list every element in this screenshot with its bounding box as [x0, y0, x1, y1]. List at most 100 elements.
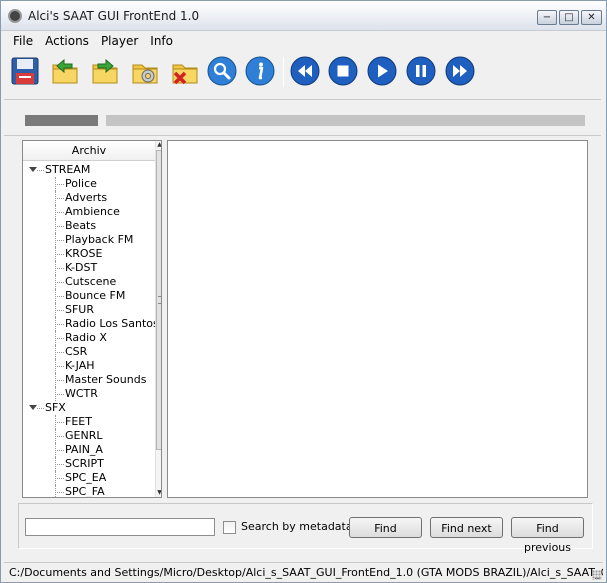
play-button[interactable]	[366, 55, 398, 87]
archive-tree[interactable]: Archiv STREAM Police Adverts Ambience Beats P…	[22, 140, 162, 498]
tree-item[interactable]: Cutscene	[23, 275, 155, 289]
tree-body: STREAM Police Adverts Ambience Beats Playback…	[23, 163, 159, 498]
tree-item[interactable]: Radio Los Santos	[23, 317, 159, 331]
find-next-button[interactable]: Find next	[430, 517, 503, 538]
tree-connector	[55, 254, 64, 255]
tree-connector	[55, 282, 64, 283]
tree-item-label: Ambience	[65, 205, 120, 218]
tree-header: Archiv	[23, 141, 155, 161]
find-previous-button[interactable]: Find previous	[511, 517, 584, 554]
search-metadata-checkbox[interactable]	[223, 521, 236, 534]
tree-item-label: SPC_FA	[65, 485, 105, 498]
scroll-down-icon[interactable]: ▼	[156, 489, 161, 497]
tree-item[interactable]: PAIN_A	[23, 443, 155, 457]
tree-item-label: Police	[65, 177, 97, 190]
tree-item[interactable]: Playback FM	[23, 233, 155, 247]
search-button[interactable]	[206, 55, 238, 87]
folder-forward-icon	[92, 58, 118, 84]
tree-item[interactable]: FEET	[23, 415, 155, 429]
folder-forward-button[interactable]	[89, 55, 121, 87]
tree-item[interactable]: Bounce FM	[23, 289, 155, 303]
status-bar: C:/Documents and Settings/Micro/Desktop/…	[4, 562, 603, 581]
folder-delete-icon	[172, 64, 198, 85]
search-metadata-label: Search by metadata	[241, 520, 353, 533]
tree-item[interactable]: KROSE	[23, 247, 155, 261]
tree-connector	[55, 394, 64, 395]
tree-item-label: Playback FM	[65, 233, 134, 246]
tree-connector	[55, 198, 64, 199]
find-button[interactable]: Find	[349, 517, 422, 538]
tree-item-label: SCRIPT	[65, 457, 104, 470]
tree-connector	[55, 268, 64, 269]
tree-item-label: KROSE	[65, 247, 103, 260]
info-button[interactable]	[244, 55, 276, 87]
tree-item[interactable]: SFUR	[23, 303, 155, 317]
stop-button[interactable]	[327, 55, 359, 87]
pause-button[interactable]	[405, 55, 437, 87]
tree-group[interactable]: SFX	[23, 401, 155, 415]
rewind-button[interactable]	[289, 55, 321, 87]
tree-connector	[55, 352, 64, 353]
tree-connector	[55, 212, 64, 213]
search-icon	[207, 56, 237, 86]
tree-item-label: Bounce FM	[65, 289, 126, 302]
tree-item[interactable]: Radio X	[23, 331, 155, 345]
tree-item[interactable]: Beats	[23, 219, 155, 233]
tree-item[interactable]: SPC_EA	[23, 471, 155, 485]
tree-connector	[55, 422, 64, 423]
tree-item[interactable]: Police	[23, 177, 155, 191]
volume-bar[interactable]	[25, 115, 98, 126]
expand-arrow-icon[interactable]	[29, 405, 37, 410]
tree-group[interactable]: STREAM	[23, 163, 155, 177]
menu-player[interactable]: Player	[95, 34, 144, 48]
tree-item[interactable]: Adverts	[23, 191, 155, 205]
playback-progress-bar[interactable]	[106, 115, 585, 126]
tree-connector	[55, 226, 64, 227]
minimize-button[interactable]: −	[537, 10, 557, 25]
tree-item[interactable]: K-JAH	[23, 359, 155, 373]
tree-item[interactable]: Ambience	[23, 205, 155, 219]
expand-arrow-icon[interactable]	[29, 167, 37, 172]
tree-item-label: Adverts	[65, 191, 108, 204]
folder-settings-button[interactable]	[129, 55, 161, 87]
file-list-panel[interactable]	[167, 140, 588, 498]
menu-actions[interactable]: Actions	[39, 34, 95, 48]
window-title: Alci's SAAT GUI FrontEnd 1.0	[28, 9, 200, 23]
search-input[interactable]	[25, 518, 215, 536]
folder-back-button[interactable]	[49, 55, 81, 87]
tree-item-label: CSR	[65, 345, 88, 358]
folder-delete-button[interactable]	[169, 55, 201, 87]
menu-file[interactable]: File	[7, 34, 39, 48]
tree-connector	[55, 464, 64, 465]
tree-item[interactable]: K-DST	[23, 261, 155, 275]
fast-forward-button[interactable]	[444, 55, 476, 87]
tree-scrollbar[interactable]: ▲ ▼	[155, 141, 161, 497]
tree-connector	[55, 478, 64, 479]
tree-connector	[55, 450, 64, 451]
title-bar[interactable]: Alci's SAAT GUI FrontEnd 1.0 − □ ✕	[1, 1, 606, 31]
tree-connector	[37, 170, 44, 171]
toolbar-separator	[283, 57, 284, 87]
tree-item-label: PAIN_A	[65, 443, 103, 456]
scroll-thumb[interactable]	[156, 150, 161, 450]
tree-item[interactable]: SPC_FA	[23, 485, 155, 498]
menu-info[interactable]: Info	[144, 34, 179, 48]
tree-connector	[55, 366, 64, 367]
stop-icon	[328, 56, 358, 86]
close-button[interactable]: ✕	[581, 10, 602, 25]
tree-item[interactable]: SCRIPT	[23, 457, 155, 471]
tree-connector	[55, 436, 64, 437]
scroll-grip-icon	[158, 296, 161, 304]
tree-item[interactable]: CSR	[23, 345, 155, 359]
tree-item-label: Cutscene	[65, 275, 117, 288]
maximize-button[interactable]: □	[559, 10, 579, 25]
fast-forward-icon	[445, 56, 475, 86]
save-button[interactable]	[9, 55, 41, 87]
tree-item[interactable]: Master Sounds	[23, 373, 155, 387]
tree-connector	[55, 492, 64, 493]
scroll-up-icon[interactable]: ▲	[156, 141, 161, 149]
pause-icon	[406, 56, 436, 86]
tree-item[interactable]: WCTR	[23, 387, 155, 401]
resize-grip-icon[interactable]	[592, 570, 602, 580]
tree-item[interactable]: GENRL	[23, 429, 155, 443]
